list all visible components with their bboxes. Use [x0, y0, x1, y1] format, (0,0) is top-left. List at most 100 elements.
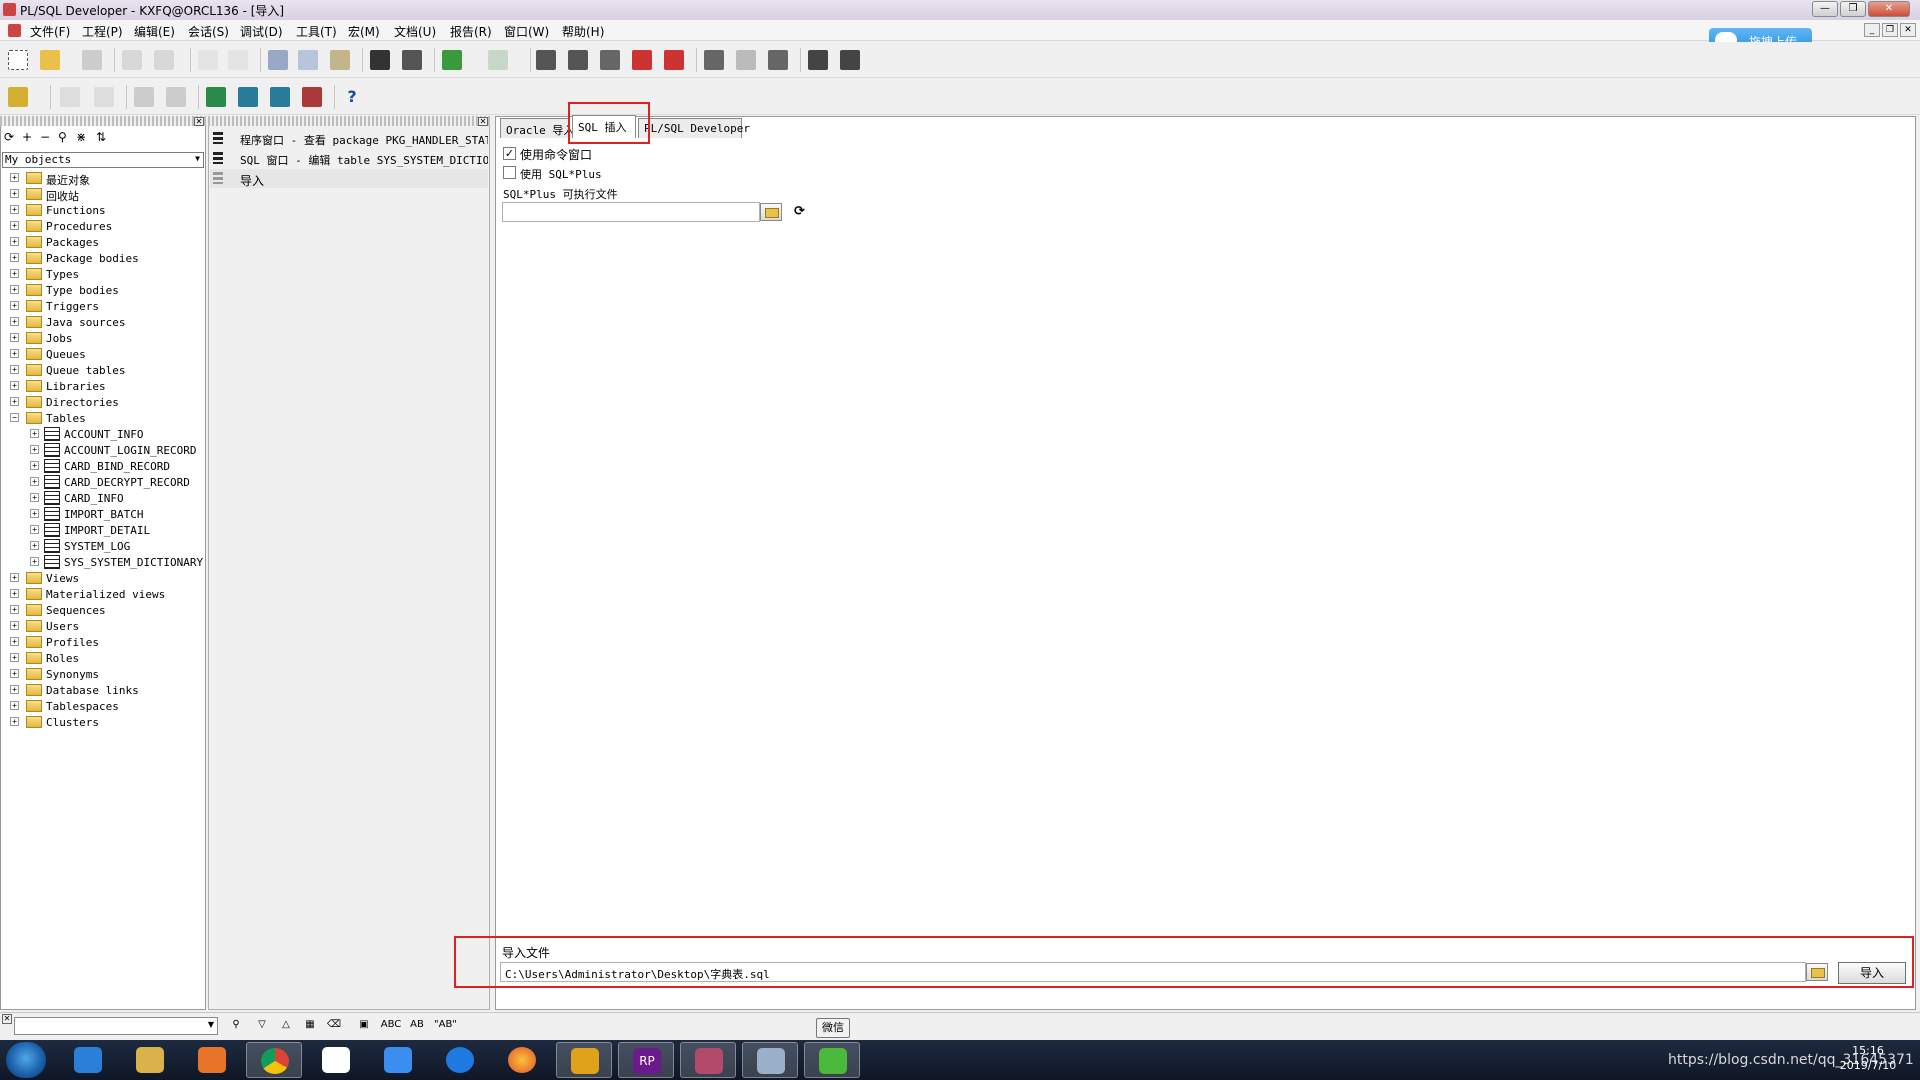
- panel-close-icon[interactable]: ✕: [194, 117, 204, 126]
- undo-icon[interactable]: [198, 50, 218, 70]
- save-icon[interactable]: [82, 50, 102, 70]
- tree-expander-icon[interactable]: +: [30, 541, 39, 550]
- tree-expander-icon[interactable]: +: [10, 573, 19, 582]
- tree-expander-icon[interactable]: +: [10, 189, 19, 198]
- case-sensitive-icon[interactable]: ABC: [380, 1019, 402, 1033]
- binoculars-icon[interactable]: ⚲: [58, 130, 67, 144]
- panel-grip[interactable]: [208, 116, 490, 126]
- explain-icon[interactable]: [736, 50, 756, 70]
- clear-icon[interactable]: ⌫: [326, 1019, 342, 1033]
- browse-sqlplus-button[interactable]: [760, 203, 782, 221]
- query-icon[interactable]: [704, 50, 724, 70]
- test-window-icon[interactable]: [270, 87, 290, 107]
- tree-expander-icon[interactable]: +: [10, 301, 19, 310]
- refresh-icon[interactable]: ⟳: [794, 204, 805, 219]
- new-icon[interactable]: [8, 50, 28, 70]
- tile-icon[interactable]: [840, 50, 860, 70]
- window-list-item[interactable]: 程序窗口 - 查看 package PKG_HANDLER_STATUS: [210, 129, 488, 148]
- tree-expander-icon[interactable]: +: [10, 717, 19, 726]
- copy-icon[interactable]: [298, 50, 318, 70]
- tree-expander-icon[interactable]: +: [30, 509, 39, 518]
- outdent-icon[interactable]: [600, 50, 620, 70]
- whole-word-icon[interactable]: AB: [406, 1019, 428, 1033]
- key-icon[interactable]: [8, 87, 28, 107]
- tab-plsql-developer[interactable]: PL/SQL Developer: [638, 118, 750, 138]
- explorer-taskbar-button[interactable]: [122, 1042, 178, 1078]
- app-menu-icon[interactable]: [8, 24, 21, 37]
- tree-expander-icon[interactable]: +: [10, 317, 19, 326]
- tree-expander-icon[interactable]: +: [10, 237, 19, 246]
- tree-expander-icon[interactable]: +: [30, 429, 39, 438]
- close-button[interactable]: ✕: [1868, 1, 1910, 17]
- tree-expander-icon[interactable]: +: [10, 205, 19, 214]
- system-clock[interactable]: 15:16 2019/7/10: [1838, 1043, 1898, 1073]
- notepad-taskbar-button[interactable]: [742, 1042, 798, 1078]
- wechat-taskbar-button[interactable]: [804, 1042, 860, 1078]
- menu-project[interactable]: 工程(P): [82, 23, 123, 40]
- db-disconnect-icon[interactable]: [166, 87, 186, 107]
- sql-command-icon[interactable]: [238, 87, 258, 107]
- sqlplus-exe-field[interactable]: [502, 202, 760, 222]
- menu-edit[interactable]: 编辑(E): [134, 23, 175, 40]
- tree-expander-icon[interactable]: +: [10, 669, 19, 678]
- tree-expander-icon[interactable]: +: [10, 397, 19, 406]
- media-player-taskbar-button[interactable]: [184, 1042, 240, 1078]
- execute-icon[interactable]: [442, 50, 462, 70]
- quote-icon[interactable]: "AB": [434, 1019, 457, 1033]
- find-close-icon[interactable]: ✕: [2, 1014, 12, 1024]
- redo-icon[interactable]: [228, 50, 248, 70]
- tree-expander-icon[interactable]: +: [10, 653, 19, 662]
- tree-expander-icon[interactable]: +: [10, 621, 19, 630]
- tree-expander-icon[interactable]: +: [10, 285, 19, 294]
- ie-taskbar-button[interactable]: [60, 1042, 116, 1078]
- minimize-button[interactable]: —: [1812, 1, 1838, 17]
- panel-close-icon[interactable]: ✕: [478, 117, 488, 126]
- object-filter-select[interactable]: My objects ▼: [2, 152, 204, 168]
- baidu-netdisk-taskbar-button[interactable]: [308, 1042, 364, 1078]
- mdi-restore-button[interactable]: ❐: [1882, 23, 1898, 37]
- menu-reports[interactable]: 报告(R): [450, 23, 492, 40]
- menu-help[interactable]: 帮助(H): [562, 23, 604, 40]
- add-icon[interactable]: +: [22, 130, 32, 144]
- kugou-taskbar-button[interactable]: [432, 1042, 488, 1078]
- commit-icon[interactable]: [60, 87, 80, 107]
- tree-expander-icon[interactable]: +: [10, 381, 19, 390]
- use-sqlplus-checkbox[interactable]: [503, 166, 516, 179]
- print-icon[interactable]: [122, 50, 142, 70]
- tree-expander-icon[interactable]: +: [10, 349, 19, 358]
- mdi-minimize-button[interactable]: _: [1864, 23, 1880, 37]
- help-icon[interactable]: ?: [342, 87, 362, 107]
- tree-expander-icon[interactable]: +: [10, 269, 19, 278]
- plsql-developer-taskbar-button[interactable]: [680, 1042, 736, 1078]
- tree-expander-icon[interactable]: +: [30, 445, 39, 454]
- tree-expander-icon[interactable]: +: [30, 557, 39, 566]
- menu-session[interactable]: 会话(S): [188, 23, 229, 40]
- comment-icon[interactable]: [632, 50, 652, 70]
- menu-docs[interactable]: 文档(U): [394, 23, 436, 40]
- filter-icon[interactable]: ⋇: [76, 130, 86, 144]
- db-connect-icon[interactable]: [134, 87, 154, 107]
- cut-icon[interactable]: [268, 50, 288, 70]
- mdi-close-button[interactable]: ✕: [1900, 23, 1916, 37]
- tree-expander-icon[interactable]: +: [10, 637, 19, 646]
- tree-expander-icon[interactable]: +: [10, 173, 19, 182]
- axure-rp-taskbar-button[interactable]: RP: [618, 1042, 674, 1078]
- tree-expander-icon[interactable]: −: [10, 413, 19, 422]
- highlight-icon[interactable]: ▦: [302, 1019, 318, 1033]
- chrome-taskbar-button[interactable]: [246, 1042, 302, 1078]
- open-icon[interactable]: [40, 50, 60, 70]
- tree-expander-icon[interactable]: +: [10, 701, 19, 710]
- firefox-taskbar-button[interactable]: [494, 1042, 550, 1078]
- tree-expander-icon[interactable]: +: [30, 477, 39, 486]
- tree-expander-icon[interactable]: +: [10, 685, 19, 694]
- find-next-icon[interactable]: ▽: [254, 1019, 270, 1033]
- tree-expander-icon[interactable]: +: [30, 461, 39, 470]
- tab-oracle-import[interactable]: Oracle 导入: [500, 118, 574, 138]
- uncomment-icon[interactable]: [664, 50, 684, 70]
- menu-window[interactable]: 窗口(W): [504, 23, 549, 40]
- remove-icon[interactable]: −: [40, 130, 50, 144]
- tree-expander-icon[interactable]: +: [10, 365, 19, 374]
- binoculars-icon[interactable]: ⚲: [228, 1019, 244, 1033]
- regex-icon[interactable]: ▣: [356, 1019, 372, 1033]
- step-icon[interactable]: [488, 50, 508, 70]
